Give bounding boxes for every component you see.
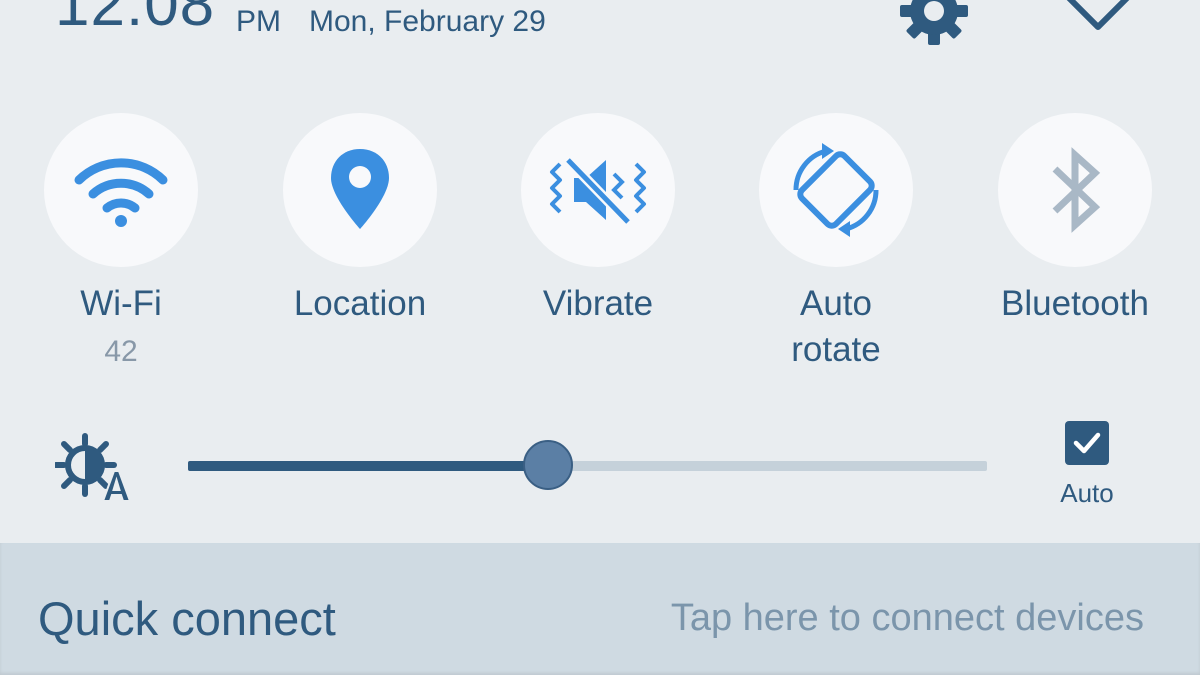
tile-auto-rotate-button[interactable] [759, 113, 913, 267]
vibrate-icon [550, 156, 646, 226]
checkmark-icon [1073, 432, 1101, 454]
header-date: Mon, February 29 [309, 5, 546, 38]
clock-time: 12:08 [55, 0, 216, 39]
brightness-slider-thumb[interactable] [523, 440, 573, 490]
tile-location[interactable]: Location [239, 113, 479, 383]
tile-bluetooth[interactable]: Bluetooth [954, 113, 1194, 383]
tile-bluetooth-label: Bluetooth [1001, 284, 1149, 323]
clock-ampm: PM [236, 5, 281, 38]
tile-location-button[interactable] [283, 113, 437, 267]
tile-bluetooth-button[interactable] [998, 113, 1152, 267]
settings-button[interactable] [898, 0, 970, 47]
bluetooth-icon [1052, 147, 1101, 233]
chevron-down-icon [1066, 0, 1130, 30]
auto-brightness-checkbox[interactable] [1065, 421, 1109, 465]
auto-brightness-label: Auto [1060, 478, 1114, 508]
tile-vibrate-button[interactable] [521, 113, 675, 267]
quick-connect-hint: Tap here to connect devices [670, 597, 1144, 639]
gear-icon [900, 0, 968, 45]
auto-rotate-icon [793, 143, 879, 237]
location-pin-icon [331, 149, 389, 229]
brightness-slider[interactable] [188, 440, 987, 490]
brightness-slider-fill [188, 461, 548, 471]
tile-wifi-network: 42 [104, 335, 138, 368]
auto-brightness-icon [53, 433, 132, 502]
tile-auto-rotate[interactable]: Auto rotate [715, 113, 955, 383]
tile-wifi-label: Wi-Fi [80, 284, 162, 323]
tile-location-label: Location [293, 284, 427, 323]
collapse-panel-button[interactable] [1062, 0, 1134, 35]
tile-wifi[interactable]: Wi-Fi 42 [0, 113, 240, 383]
quick-connect-bar[interactable]: Quick connect Tap here to connect device… [0, 543, 1200, 675]
tile-auto-rotate-label: Auto rotate [791, 284, 881, 369]
quick-connect-title: Quick connect [38, 592, 336, 645]
wifi-icon [74, 158, 168, 227]
brightness-button[interactable] [53, 433, 133, 505]
tile-vibrate-label: Vibrate [542, 284, 654, 323]
notification-panel: 12:08 PM Mon, February 29 Wi-Fi 42 Locat… [0, 0, 1200, 543]
tile-vibrate[interactable]: Vibrate [477, 113, 717, 383]
tile-wifi-button[interactable] [44, 113, 198, 267]
